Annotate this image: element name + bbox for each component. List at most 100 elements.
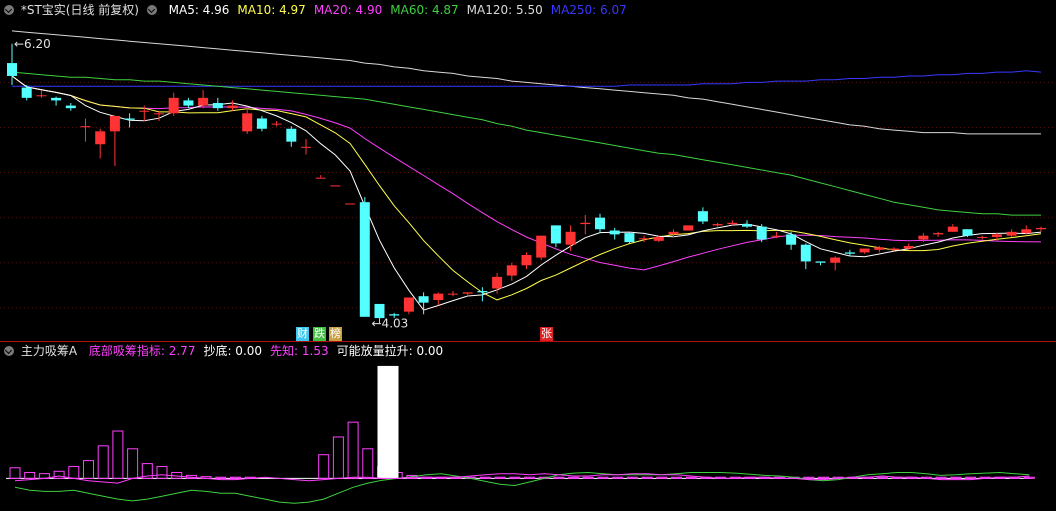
candle[interactable] <box>933 231 944 237</box>
candle[interactable] <box>198 90 209 109</box>
candle[interactable] <box>286 126 297 147</box>
candle[interactable] <box>65 103 76 111</box>
indicator-bar[interactable] <box>230 476 241 479</box>
indicator-bar[interactable] <box>24 471 36 479</box>
candle[interactable] <box>830 256 841 271</box>
candle[interactable] <box>433 292 444 306</box>
indicator-bar[interactable] <box>1023 476 1035 479</box>
indicator-bar[interactable] <box>332 436 344 479</box>
candle[interactable] <box>742 220 752 228</box>
candle[interactable] <box>786 231 797 250</box>
candle[interactable] <box>227 100 238 111</box>
stock-title[interactable]: *ST宝实(日线 前复权) <box>21 3 139 17</box>
candle[interactable] <box>595 213 605 234</box>
candle[interactable] <box>697 207 708 225</box>
candle[interactable] <box>1021 225 1032 235</box>
candle[interactable] <box>859 248 870 254</box>
indicator-bar[interactable] <box>127 448 139 479</box>
candle[interactable] <box>345 203 356 205</box>
candle[interactable] <box>683 225 694 231</box>
candlestick-series[interactable] <box>7 43 1046 324</box>
candle[interactable] <box>80 118 91 142</box>
indicator-bar[interactable] <box>347 421 359 479</box>
candle[interactable] <box>330 185 341 187</box>
indicator-bar[interactable] <box>509 476 521 479</box>
indicator-bar[interactable] <box>965 476 976 479</box>
indicator-panel[interactable] <box>6 365 1035 504</box>
indicator-bar[interactable] <box>494 476 506 479</box>
indicator-bar[interactable] <box>553 476 565 479</box>
indicator-peak-bar[interactable] <box>377 365 399 479</box>
candle[interactable] <box>109 115 120 167</box>
chevron-down-icon[interactable] <box>4 4 14 15</box>
event-tag-limit-up[interactable]: 张 <box>540 327 553 341</box>
indicator-bar[interactable] <box>156 466 168 479</box>
candle[interactable] <box>521 252 532 270</box>
indicator-bar[interactable] <box>612 476 624 479</box>
indicator-title[interactable]: 主力吸筹A <box>21 344 77 358</box>
candle[interactable] <box>550 225 561 248</box>
candle[interactable] <box>168 92 179 116</box>
candle[interactable] <box>536 235 547 261</box>
indicator-bar[interactable] <box>626 476 638 479</box>
indicator-bar[interactable] <box>9 467 21 479</box>
indicator-bar[interactable] <box>935 476 947 479</box>
indicator-bar[interactable] <box>656 476 668 479</box>
candle-body <box>359 202 370 317</box>
candle[interactable] <box>565 225 576 252</box>
indicator-bar[interactable] <box>803 476 815 479</box>
candle[interactable] <box>359 197 370 317</box>
candle[interactable] <box>624 231 635 244</box>
candle[interactable] <box>977 235 988 240</box>
candle[interactable] <box>1036 226 1046 232</box>
price-annotations: ←6.20 ←4.03 <box>14 37 408 330</box>
indicator-bar[interactable] <box>112 430 124 479</box>
candle[interactable] <box>815 261 826 266</box>
indicator-bar[interactable] <box>950 476 962 479</box>
indicator-bar[interactable] <box>818 476 829 479</box>
indicator-bar[interactable] <box>671 476 682 479</box>
indicator-bar[interactable] <box>362 448 374 479</box>
indicator-bar[interactable] <box>568 476 580 479</box>
candle[interactable] <box>95 128 106 159</box>
candle[interactable] <box>506 262 517 281</box>
candle[interactable] <box>51 96 62 106</box>
candle[interactable] <box>448 291 458 297</box>
candle[interactable] <box>315 175 326 179</box>
candle[interactable] <box>403 297 414 315</box>
indicator-bar[interactable] <box>524 476 535 479</box>
candle[interactable] <box>256 115 267 132</box>
candle[interactable] <box>712 222 723 227</box>
candle[interactable] <box>183 97 194 109</box>
indicator-bar[interactable] <box>685 476 697 479</box>
indicator-bar[interactable] <box>582 476 594 479</box>
candle[interactable] <box>756 224 767 243</box>
indicator-bar[interactable] <box>597 476 609 479</box>
candle-body <box>506 265 517 276</box>
chart-canvas[interactable]: ←6.20 ←4.03 <box>0 0 1056 511</box>
candle[interactable] <box>271 121 282 127</box>
candle[interactable] <box>1006 229 1017 237</box>
candle[interactable] <box>609 227 620 240</box>
indicator-bar[interactable] <box>876 476 888 479</box>
event-tag-ranking[interactable]: 榜 <box>329 327 342 341</box>
candle[interactable] <box>418 292 429 315</box>
chevron-down-icon[interactable] <box>146 4 157 15</box>
candle[interactable] <box>242 108 253 134</box>
indicator-bar[interactable] <box>83 460 94 479</box>
candle[interactable] <box>36 90 47 98</box>
indicator-bar[interactable] <box>97 445 109 479</box>
candle[interactable] <box>301 139 311 155</box>
candle[interactable] <box>800 243 811 270</box>
chevron-down-icon[interactable] <box>4 345 14 356</box>
indicator-bar[interactable] <box>215 476 227 479</box>
candle[interactable] <box>947 224 958 232</box>
indicator-bar[interactable] <box>479 476 491 479</box>
indicator-bar[interactable] <box>53 470 65 479</box>
event-tag-limit-down[interactable]: 跌 <box>313 327 326 341</box>
indicator-bar[interactable] <box>641 476 653 479</box>
indicator-bar[interactable] <box>68 466 80 479</box>
candle[interactable] <box>212 97 223 111</box>
event-tag-finance[interactable]: 财 <box>296 327 309 341</box>
indicator-bar[interactable] <box>318 454 330 479</box>
